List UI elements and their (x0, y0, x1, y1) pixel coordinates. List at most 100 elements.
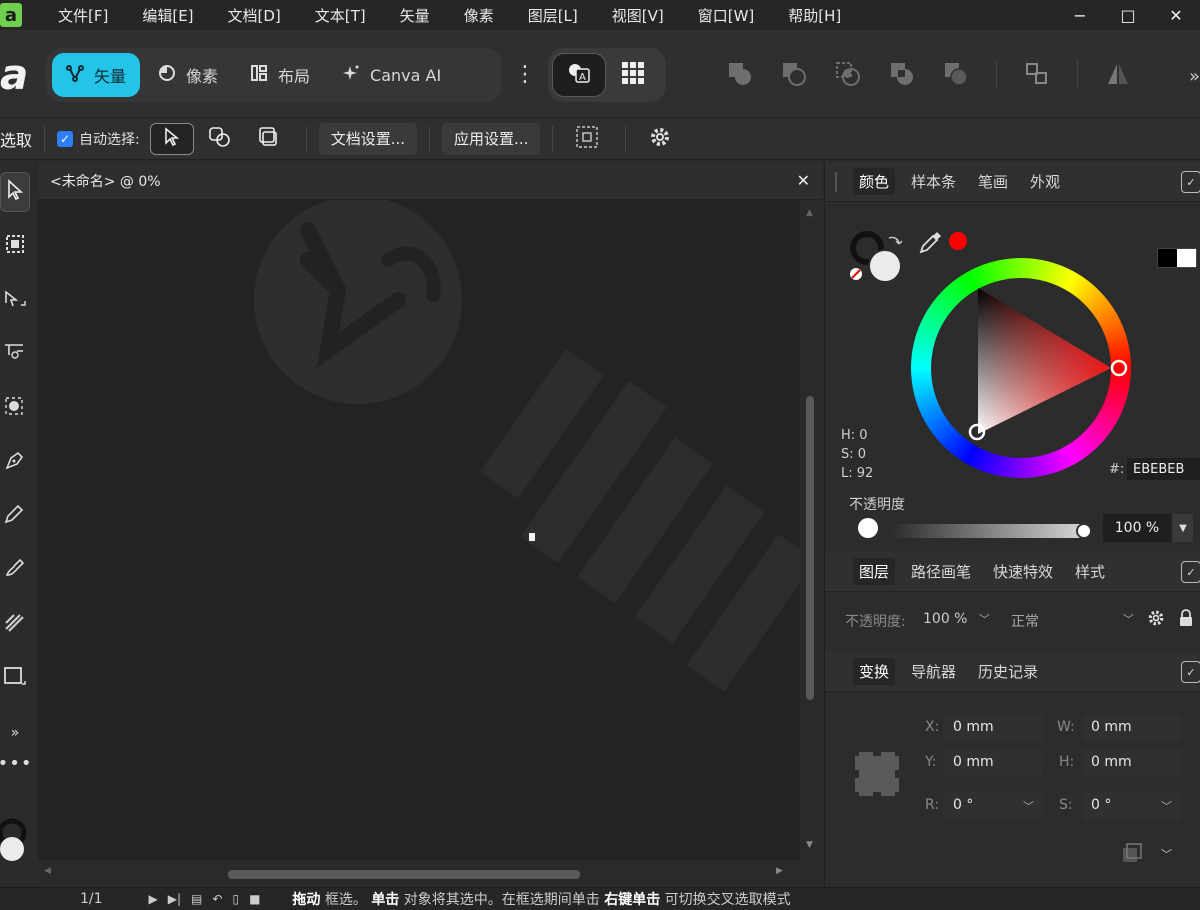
grid-view-button[interactable] (606, 53, 660, 97)
toolbar-overflow-icon[interactable]: » (1189, 66, 1200, 87)
canvas[interactable] (38, 200, 800, 860)
persona-canva-ai-button[interactable]: Canva AI (328, 53, 455, 97)
menu-document[interactable]: 文档[D] (228, 5, 281, 26)
pencil-tool[interactable] (0, 496, 30, 536)
tab-path-brushes[interactable]: 路径画笔 (905, 558, 977, 585)
menu-text[interactable]: 文本[T] (315, 5, 366, 26)
app-settings-button[interactable]: 应用设置... (442, 122, 541, 155)
persona-pixel-button[interactable]: 像素 (144, 53, 232, 97)
scroll-down-arrow[interactable]: ▼ (806, 840, 813, 850)
rotation-value[interactable]: 0 ° (953, 797, 973, 813)
flip-horizontal-icon[interactable] (1104, 60, 1132, 88)
color-triangle[interactable] (911, 258, 1131, 478)
boolean-subtract-icon[interactable] (780, 60, 808, 88)
eyedropper-icon[interactable] (917, 228, 945, 260)
minimize-button[interactable]: − (1056, 0, 1104, 30)
close-button[interactable]: ✕ (1152, 0, 1200, 30)
tab-styles[interactable]: 样式 (1069, 558, 1111, 585)
blend-mode-dropdown-icon[interactable]: ﹀ (1123, 611, 1134, 627)
document-tab[interactable]: <未命名> @ 0% ✕ (38, 162, 822, 200)
tab-history[interactable]: 历史记录 (972, 658, 1044, 685)
transform-options-dropdown-icon[interactable]: ﹀ (1161, 846, 1172, 862)
menu-window[interactable]: 窗口[W] (698, 5, 755, 26)
transform-tool[interactable] (0, 388, 30, 428)
pen-tool[interactable] (0, 442, 30, 482)
menu-help[interactable]: 帮助[H] (788, 5, 841, 26)
tab-navigator[interactable]: 导航器 (905, 658, 962, 685)
layer-settings-gear-icon[interactable] (1147, 609, 1165, 631)
device-icon[interactable]: ▯ (232, 892, 239, 906)
maximize-button[interactable]: □ (1104, 0, 1152, 30)
select-mode-intersect-button[interactable] (198, 123, 242, 155)
tab-stroke[interactable]: 笔画 (972, 168, 1014, 195)
vertical-scroll-thumb[interactable] (806, 396, 814, 700)
artboard-tool[interactable] (0, 226, 30, 266)
fill-stroke-swatch[interactable] (0, 812, 30, 872)
vertical-scrollbar[interactable]: ▲ ▼ (800, 200, 822, 860)
layers-panel-collapse-icon[interactable]: ✓ (1181, 561, 1200, 583)
select-mode-contain-button[interactable] (246, 123, 290, 155)
menu-file[interactable]: 文件[F] (58, 5, 108, 26)
x-value[interactable]: 0 mm (953, 719, 994, 735)
tab-appearance[interactable]: 外观 (1024, 168, 1066, 195)
opacity-dropdown-icon[interactable]: ▼ (1173, 514, 1193, 542)
anchor-point-selector[interactable] (851, 748, 903, 804)
more-tools-icon[interactable]: » (0, 718, 30, 748)
opacity-slider[interactable] (889, 524, 1087, 538)
tab-swatches[interactable]: 样本条 (905, 168, 962, 195)
select-mode-pointer-button[interactable] (149, 122, 194, 155)
blend-mode-select[interactable]: 正常 (1011, 611, 1039, 631)
rotation-dropdown-icon[interactable]: ﹀ (1023, 798, 1034, 814)
shear-value[interactable]: 0 ° (1091, 797, 1111, 813)
move-tool[interactable] (0, 172, 30, 212)
menu-vector[interactable]: 矢量 (400, 5, 430, 26)
transform-panel-collapse-icon[interactable]: ✓ (1181, 661, 1200, 683)
transform-options-icon[interactable] (1121, 842, 1145, 868)
fill-tool[interactable] (0, 604, 30, 644)
menu-layer[interactable]: 图层[L] (528, 5, 578, 26)
tab-color[interactable]: 颜色 (853, 168, 896, 195)
horizontal-scroll-thumb[interactable] (228, 870, 580, 879)
scroll-up-arrow[interactable]: ▲ (806, 208, 813, 218)
hex-input[interactable]: EBEBEB (1127, 458, 1200, 480)
vector-brush-tool[interactable] (0, 550, 30, 590)
shear-dropdown-icon[interactable]: ﹀ (1161, 798, 1172, 814)
corner-tool[interactable] (0, 334, 30, 374)
persona-layout-button[interactable]: 布局 (236, 53, 324, 97)
snapping-button[interactable] (565, 123, 609, 155)
document-settings-button[interactable]: 文档设置... (318, 122, 418, 155)
h-value[interactable]: 0 mm (1091, 754, 1132, 770)
tab-transform[interactable]: 变换 (853, 658, 896, 685)
boolean-xor-icon[interactable] (888, 60, 916, 88)
fill-stroke-selector[interactable] (847, 228, 911, 292)
w-value[interactable]: 0 mm (1091, 719, 1132, 735)
tab-layers[interactable]: 图层 (853, 558, 896, 585)
opacity-value-field[interactable]: 100 % (1103, 514, 1171, 542)
scroll-right-arrow[interactable]: ▶ (776, 866, 783, 876)
scroll-left-arrow[interactable]: ◀ (44, 866, 51, 876)
menu-edit[interactable]: 编辑[E] (142, 5, 193, 26)
color-panel-collapse-icon[interactable]: ✓ (1181, 171, 1200, 193)
layer-opacity-value[interactable]: 100 % (923, 611, 967, 627)
y-value[interactable]: 0 mm (953, 754, 994, 770)
persona-vector-button[interactable]: 矢量 (52, 53, 141, 97)
panel-grip[interactable] (835, 172, 841, 192)
opacity-slider-thumb[interactable] (1076, 523, 1092, 539)
menu-pixel[interactable]: 像素 (464, 5, 494, 26)
undo-icon[interactable]: ↶ (212, 892, 222, 906)
record-icon[interactable]: ■ (249, 892, 260, 906)
lock-icon[interactable] (1179, 609, 1193, 631)
boolean-add-icon[interactable] (726, 60, 754, 88)
more-options-icon[interactable]: ⋮ (514, 64, 536, 86)
menu-view[interactable]: 视图[V] (612, 5, 664, 26)
recent-color-swatch[interactable] (949, 232, 967, 250)
assets-button[interactable]: A (552, 53, 606, 97)
next-page-icon[interactable]: ▶ (149, 892, 158, 906)
document-close-icon[interactable]: ✕ (797, 171, 810, 190)
arrange-icon[interactable] (1023, 60, 1051, 88)
settings-button[interactable] (638, 123, 682, 155)
pages-icon[interactable]: ▤ (191, 892, 202, 906)
tab-quick-fx[interactable]: 快速特效 (987, 558, 1059, 585)
boolean-intersect-icon[interactable] (834, 60, 862, 88)
node-tool[interactable] (0, 280, 30, 320)
